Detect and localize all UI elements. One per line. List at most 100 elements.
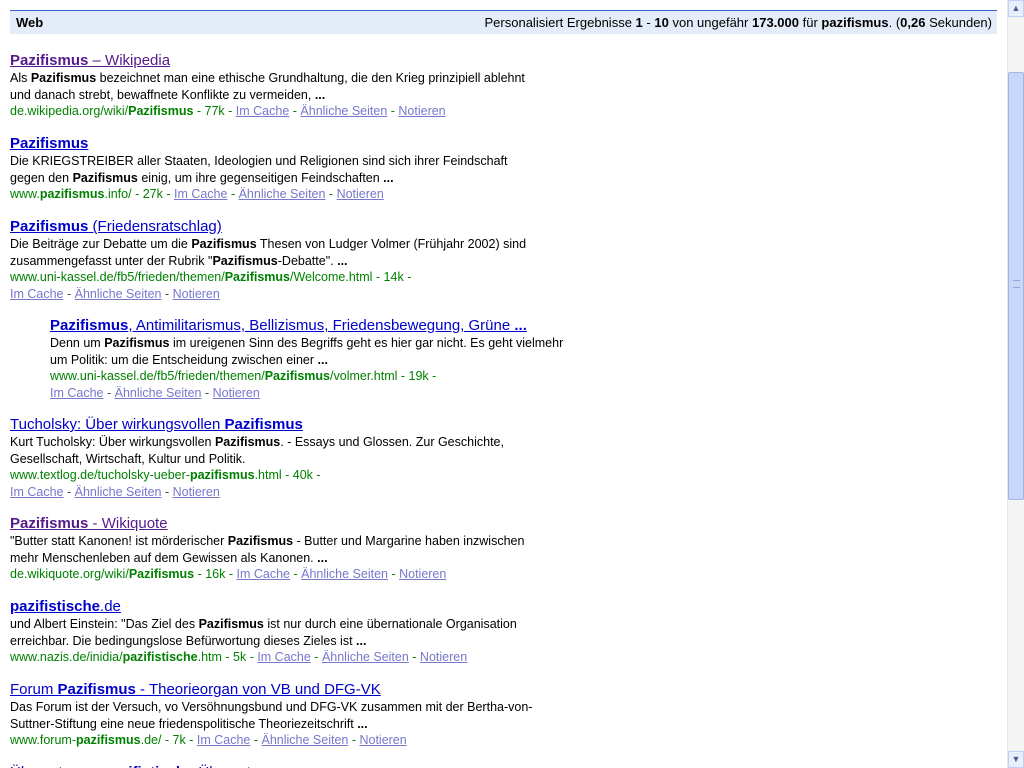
separator: -: [289, 104, 301, 118]
notes-link[interactable]: Notieren: [420, 650, 467, 664]
snippet-segment: mehr Menschenleben auf dem Gewissen als …: [10, 550, 318, 565]
notes-link[interactable]: Notieren: [359, 733, 406, 747]
result-title-link[interactable]: Pazifismus: [10, 135, 590, 153]
result-links-line: Im Cache - Ähnliche Seiten - Notieren: [10, 484, 590, 501]
vertical-scrollbar[interactable]: ▲ ▼: [1007, 0, 1024, 768]
cache-link[interactable]: Im Cache: [257, 650, 311, 664]
result-title-link[interactable]: Pazifismus (Friedensratschlag): [10, 218, 590, 236]
snippet-segment: Suttner-Stiftung eine neue friedenspolit…: [10, 716, 358, 731]
title-segment: Pazifismus: [10, 52, 89, 69]
snippet-segment: ...: [357, 716, 368, 731]
snippet-segment: Pazifismus: [191, 237, 257, 251]
snippet-segment: Pazifismus: [227, 534, 294, 548]
snippet-line: mehr Menschenleben auf dem Gewissen als …: [10, 550, 590, 567]
result-title-link[interactable]: pazifistische.de: [10, 598, 590, 616]
result-url-line: www.pazifismus.info/ - 27k - Im Cache - …: [10, 186, 590, 203]
search-result-partial: Übersetzung: pazifistisch - Übersetzung: [10, 764, 590, 768]
url-segment: .html: [254, 468, 282, 482]
result-title-link[interactable]: Tucholsky: Über wirkungsvollen Pazifismu…: [10, 416, 590, 434]
similar-pages-link[interactable]: Ähnliche Seiten: [301, 567, 388, 581]
url-segment: .htm: [197, 650, 222, 664]
snippet-segment: Pazifismus: [30, 71, 97, 85]
similar-pages-link[interactable]: Ähnliche Seiten: [322, 650, 409, 664]
notes-link[interactable]: Notieren: [399, 567, 446, 581]
result-snippet: Die KRIEGSTREIBER aller Staaten, Ideolog…: [10, 153, 590, 186]
result-title-link[interactable]: Pazifismus – Wikipedia: [10, 52, 590, 70]
url-segment: pazifismus: [189, 468, 255, 482]
similar-pages-link[interactable]: Ähnliche Seiten: [300, 104, 387, 118]
cache-link[interactable]: Im Cache: [10, 485, 64, 499]
result-size: - 27k -: [131, 187, 174, 201]
snippet-segment: und danach strebt, bewaffnete Konflikte …: [10, 87, 315, 102]
cache-link[interactable]: Im Cache: [10, 287, 64, 301]
title-segment: - Wikiquote: [88, 515, 168, 532]
notes-link[interactable]: Notieren: [337, 187, 384, 201]
snippet-segment: ...: [356, 633, 367, 648]
scroll-down-arrow-icon[interactable]: ▼: [1008, 751, 1024, 768]
separator: -: [325, 187, 337, 201]
result-title-link[interactable]: Pazifismus, Antimilitarismus, Bellizismu…: [50, 317, 595, 335]
snippet-line: um Politik: um die Entscheidung zwischen…: [50, 352, 595, 369]
cache-link[interactable]: Im Cache: [197, 733, 251, 747]
notes-link[interactable]: Notieren: [173, 485, 220, 499]
title-segment: (Friedensratschlag): [88, 218, 222, 235]
search-result: pazifistische.de und Albert Einstein: "Da…: [10, 598, 590, 666]
title-segment: Übersetzung:: [10, 764, 103, 768]
similar-pages-link[interactable]: Ähnliche Seiten: [75, 485, 162, 499]
notes-link[interactable]: Notieren: [398, 104, 445, 118]
separator: -: [348, 733, 360, 747]
snippet-segment: erreichbar. Die bedingungslose Befürwort…: [10, 633, 357, 648]
result-title-link[interactable]: Forum Pazifismus - Theorieorgan von VB u…: [10, 681, 590, 699]
snippet-segment: ...: [337, 253, 348, 268]
snippet-segment: Als: [10, 71, 31, 85]
snippet-line: Die Beiträge zur Debatte um die Pazifism…: [10, 236, 590, 253]
snippet-line: zusammengefasst unter der Rubrik "Pazifi…: [10, 253, 590, 270]
cache-link[interactable]: Im Cache: [237, 567, 291, 581]
snippet-line: Gesellschaft, Wirtschaft, Kultur und Pol…: [10, 451, 590, 468]
result-snippet: "Butter statt Kanonen! ist mörderischer …: [10, 533, 590, 566]
scrollbar-grip-icon: [1013, 280, 1020, 288]
url-segment: Pazifismus: [224, 270, 291, 284]
notes-link[interactable]: Notieren: [213, 386, 260, 400]
snippet-segment: . - Essays und Glossen. Zur Geschichte,: [280, 435, 504, 449]
snippet-line: Kurt Tucholsky: Über wirkungsvollen Pazi…: [10, 434, 590, 451]
web-tab-label: Web: [16, 15, 44, 30]
title-segment: .de: [100, 598, 121, 615]
similar-pages-link[interactable]: Ähnliche Seiten: [261, 733, 348, 747]
separator: -: [387, 104, 399, 118]
separator: -: [227, 187, 239, 201]
notes-link[interactable]: Notieren: [173, 287, 220, 301]
result-url: www.uni-kassel.de/fb5/frieden/themen/Paz…: [50, 369, 397, 383]
title-segment: Pazifismus: [10, 218, 89, 235]
result-url-line: www.uni-kassel.de/fb5/frieden/themen/Paz…: [10, 269, 590, 286]
snippet-segment: Pazifismus: [198, 617, 264, 631]
similar-pages-link[interactable]: Ähnliche Seiten: [75, 287, 162, 301]
snippet-line: Das Forum ist der Versuch, vo Versöhnung…: [10, 699, 590, 716]
snippet-line: gegen den Pazifismus einig, um ihre gege…: [10, 170, 590, 187]
result-snippet: und Albert Einstein: "Das Ziel des Pazif…: [10, 616, 590, 649]
result-url: www.uni-kassel.de/fb5/frieden/themen/Paz…: [10, 270, 372, 284]
scrollbar-thumb[interactable]: [1008, 72, 1024, 500]
result-url-line: de.wikiquote.org/wiki/Pazifismus - 16k -…: [10, 566, 590, 583]
result-url-line: de.wikipedia.org/wiki/Pazifismus - 77k -…: [10, 103, 590, 120]
cache-link[interactable]: Im Cache: [236, 104, 290, 118]
title-segment: Tucholsky: Über wirkungsvollen: [10, 416, 225, 433]
similar-pages-link[interactable]: Ähnliche Seiten: [115, 386, 202, 400]
snippet-segment: Pazifismus: [104, 336, 170, 350]
separator: -: [161, 484, 173, 499]
cache-link[interactable]: Im Cache: [50, 386, 104, 400]
result-title-link[interactable]: Übersetzung: pazifistisch - Übersetzung: [10, 764, 590, 768]
scroll-up-arrow-icon[interactable]: ▲: [1008, 0, 1024, 17]
snippet-segment: zusammengefasst unter der Rubrik ": [10, 253, 213, 268]
similar-pages-link[interactable]: Ähnliche Seiten: [239, 187, 326, 201]
snippet-segment: und Albert Einstein: "Das Ziel des: [10, 617, 199, 631]
separator: -: [161, 286, 173, 301]
cache-link[interactable]: Im Cache: [174, 187, 228, 201]
result-snippet: Die Beiträge zur Debatte um die Pazifism…: [10, 236, 590, 269]
snippet-line: Als Pazifismus bezeichnet man eine ethis…: [10, 70, 590, 87]
title-segment: - Übersetzung: [185, 764, 283, 768]
search-result: Tucholsky: Über wirkungsvollen Pazifismu…: [10, 416, 590, 500]
snippet-segment: Kurt Tucholsky: Über wirkungsvollen: [10, 435, 215, 449]
result-title-link[interactable]: Pazifismus - Wikiquote: [10, 515, 590, 533]
url-segment: www.uni-kassel.de/fb5/frieden/themen/: [10, 270, 225, 284]
